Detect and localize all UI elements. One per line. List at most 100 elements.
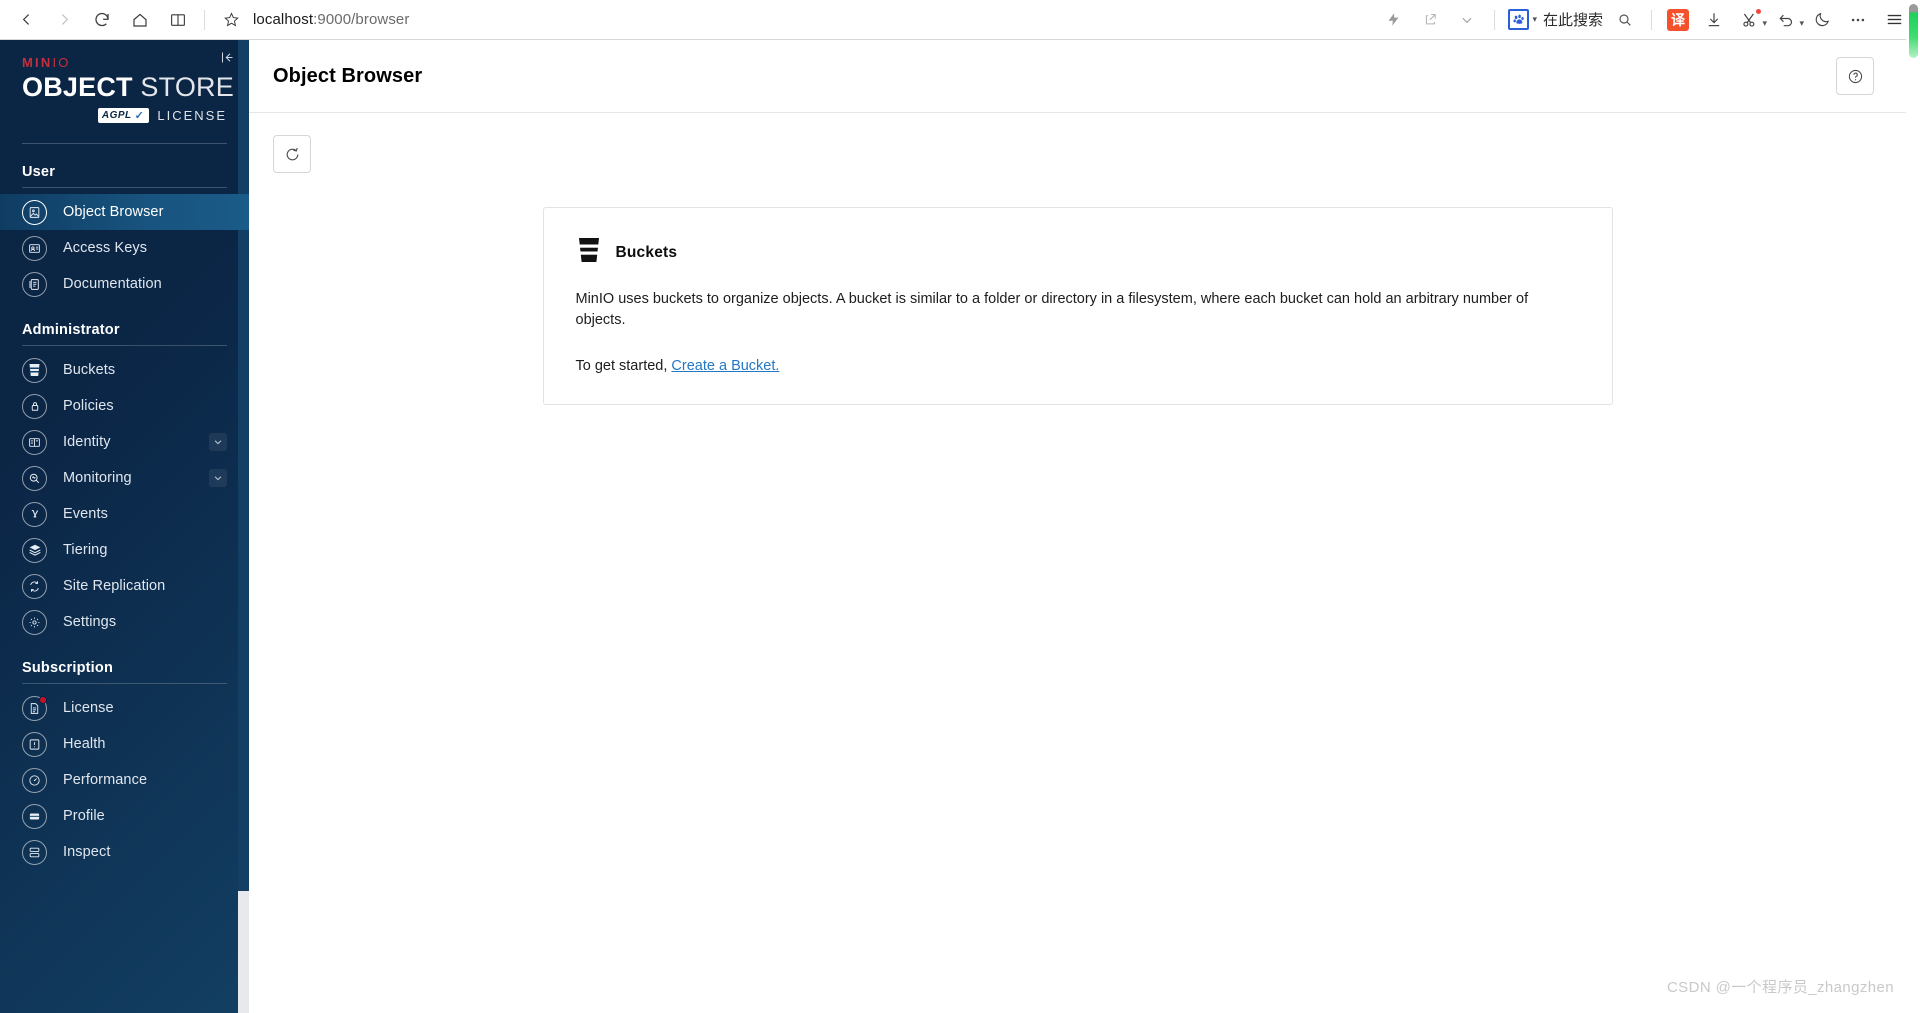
license-word: LICENSE: [157, 108, 227, 124]
sidebar-item-label: Tiering: [63, 542, 108, 559]
search-engine-selector[interactable]: ▾ 在此搜索: [1504, 9, 1607, 30]
home-icon[interactable]: [122, 2, 158, 38]
sidebar-item-label: Settings: [63, 614, 117, 631]
sidebar-item-label: Policies: [63, 398, 114, 415]
help-question-icon[interactable]: [1836, 57, 1874, 95]
sidebar-item-health[interactable]: Health: [0, 726, 249, 762]
card-cta: To get started, Create a Bucket.: [576, 358, 1580, 374]
card-header: Buckets: [576, 236, 1580, 269]
sidebar-item-site-replication[interactable]: Site Replication: [0, 568, 249, 604]
page-scrollbar[interactable]: [1906, 0, 1920, 1013]
refresh-icon[interactable]: [273, 135, 311, 173]
sidebar-item-identity[interactable]: Identity: [0, 424, 249, 460]
sidebar-item-settings[interactable]: Settings: [0, 604, 249, 640]
toolbar-row: [249, 113, 1906, 173]
sidebar-item-performance[interactable]: Performance: [0, 762, 249, 798]
sidebar-item-license[interactable]: License: [0, 690, 249, 726]
back-arrow-icon[interactable]: [8, 2, 44, 38]
agpl-chip: AGPL ✓: [97, 108, 150, 124]
translate-button[interactable]: 译: [1660, 2, 1696, 38]
lambda-icon: [22, 501, 47, 527]
forward-arrow-icon[interactable]: [46, 2, 82, 38]
access-keys-icon: [22, 235, 47, 261]
undo-arrow-icon[interactable]: ▾: [1768, 2, 1804, 38]
page-title: Object Browser: [273, 64, 423, 87]
sidebar-item-inspect[interactable]: Inspect: [0, 834, 249, 870]
sidebar-item-label: Buckets: [63, 362, 116, 379]
sidebar-section-divider: [22, 683, 227, 685]
scissors-icon[interactable]: ▾: [1732, 2, 1768, 38]
chevron-down-icon[interactable]: [209, 469, 227, 488]
sidebar-item-monitoring[interactable]: Monitoring: [0, 460, 249, 496]
sidebar-item-label: License: [63, 700, 114, 717]
toolbar-divider-2: [1494, 9, 1496, 30]
share-out-icon[interactable]: [1412, 2, 1448, 38]
ellipsis-icon[interactable]: [1840, 2, 1876, 38]
logo-brand: MINIO: [22, 55, 71, 70]
url-text: localhost:9000/browser: [253, 11, 410, 28]
sidebar-item-label: Inspect: [63, 844, 111, 861]
star-bookmark-icon[interactable]: [213, 2, 249, 38]
minio-logo[interactable]: MINIO OBJECT STORE AGPL ✓ LICENSE: [0, 40, 249, 137]
sidebar-item-label: Access Keys: [63, 240, 148, 257]
bucket-icon: [22, 357, 47, 383]
sidebar-item-object-browser[interactable]: Object Browser: [0, 194, 249, 231]
download-icon[interactable]: [1696, 2, 1732, 38]
paw-print-icon: [1508, 9, 1530, 30]
sidebar-nav: User Object Browser Access Keys Documentati…: [0, 144, 249, 870]
page-scrollbar-thumb[interactable]: [1909, 4, 1918, 58]
object-browser-icon: [22, 199, 47, 225]
page-header: Object Browser: [249, 40, 1906, 113]
collapse-sidebar-icon[interactable]: [220, 50, 235, 67]
buckets-info-card: Buckets MinIO uses buckets to organize o…: [542, 207, 1613, 406]
sidebar-scrollbar[interactable]: [238, 891, 249, 1013]
sidebar-item-label: Documentation: [63, 276, 162, 293]
csdn-watermark: CSDN @一个程序员_zhangzhen: [1666, 979, 1894, 996]
undo-chevron-icon: ▾: [1799, 17, 1804, 28]
main-content: Object Browser Buckets MinIO uses bucket…: [249, 40, 1906, 1013]
chevron-down-icon[interactable]: [209, 433, 227, 452]
sidebar-item-label: Performance: [63, 772, 148, 789]
site-replication-icon: [22, 573, 47, 599]
sidebar-item-documentation[interactable]: Documentation: [0, 266, 249, 302]
identity-icon: [22, 429, 47, 455]
translate-label: 译: [1667, 8, 1689, 31]
notification-badge: [39, 695, 47, 704]
gear-icon: [22, 609, 47, 635]
search-icon[interactable]: [1607, 2, 1643, 38]
sidebar-item-events[interactable]: Events: [0, 496, 249, 532]
scissors-chevron-icon: ▾: [1762, 17, 1767, 28]
sidebar-item-profile[interactable]: Profile: [0, 798, 249, 834]
reload-icon[interactable]: [84, 2, 120, 38]
sidebar-item-label: Health: [63, 736, 106, 753]
toolbar-divider: [204, 9, 205, 30]
sidebar-item-policies[interactable]: Policies: [0, 388, 249, 424]
license-document-icon: [22, 695, 47, 721]
book-reader-icon[interactable]: [160, 2, 196, 38]
sidebar-item-label: Identity: [63, 434, 111, 451]
lightning-bolt-icon[interactable]: [1375, 2, 1411, 38]
sidebar-item-tiering[interactable]: Tiering: [0, 532, 249, 568]
documentation-icon: [22, 271, 47, 297]
sidebar-item-label: Object Browser: [63, 204, 164, 221]
search-placeholder-label: 在此搜索: [1542, 12, 1603, 29]
cta-prefix: To get started,: [575, 358, 672, 375]
sidebar-section-title: Subscription: [22, 660, 114, 677]
sidebar-item-access-keys[interactable]: Access Keys: [0, 230, 249, 266]
address-bar[interactable]: localhost:9000/browser: [249, 2, 1375, 38]
browser-action-icons: 译 ▾ ▾: [1607, 2, 1912, 38]
tiering-layers-icon: [22, 537, 47, 563]
card-body-text: MinIO uses buckets to organize objects. …: [575, 291, 1529, 328]
browser-nav-icons: [8, 2, 196, 38]
bucket-icon: [576, 236, 602, 269]
logo-license-row: AGPL ✓ LICENSE: [22, 108, 231, 124]
moon-icon[interactable]: [1804, 2, 1840, 38]
health-icon: [22, 731, 47, 757]
sidebar-item-buckets[interactable]: Buckets: [0, 352, 249, 388]
logo-title: OBJECT STORE: [22, 72, 234, 102]
chevron-down-icon[interactable]: [1449, 2, 1485, 38]
sidebar-section-title: Administrator: [22, 322, 120, 339]
create-bucket-link[interactable]: Create a Bucket.: [671, 358, 779, 374]
sidebar: MINIO OBJECT STORE AGPL ✓ LICENSE User Obj…: [0, 40, 249, 1013]
sidebar-section-divider: [22, 345, 227, 347]
